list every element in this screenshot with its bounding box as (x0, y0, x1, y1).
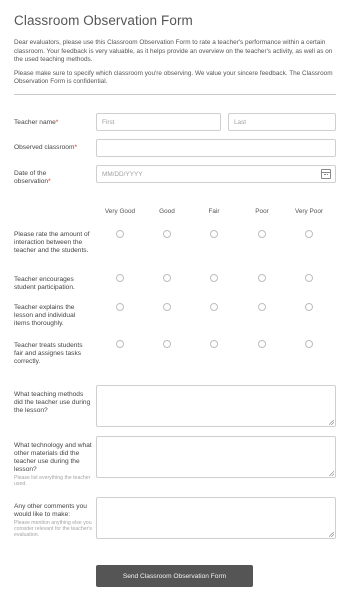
last-name-input[interactable]: Last (228, 113, 336, 131)
radio-very-poor[interactable] (305, 340, 313, 348)
column-very-good: Very Good (104, 208, 136, 215)
radio-very-poor[interactable] (305, 274, 313, 282)
radio-good[interactable] (163, 340, 171, 348)
technology-hint: Please list everything the teacher used. (14, 475, 91, 488)
rating-row-label: Please rate the amount of interaction be… (14, 231, 90, 254)
radio-fair[interactable] (210, 340, 218, 348)
last-name-placeholder: Last (234, 118, 247, 126)
resize-handle-icon[interactable] (329, 532, 334, 537)
date-input[interactable]: MM/DD/YYYY (96, 165, 336, 183)
radio-fair[interactable] (210, 303, 218, 311)
radio-good[interactable] (163, 274, 171, 282)
methods-label: What teaching methods did the teacher us… (14, 391, 91, 414)
first-name-placeholder: First (102, 118, 115, 126)
comments-label-text: Any other comments you would like to mak… (14, 503, 87, 518)
teacher-name-label-text: Teacher name (14, 119, 56, 126)
column-fair: Fair (208, 208, 220, 215)
calendar-icon[interactable] (321, 169, 331, 179)
column-poor: Poor (255, 208, 269, 215)
technology-label-text: What technology and what other materials… (14, 442, 92, 473)
required-asterisk: * (74, 144, 78, 151)
radio-very-poor[interactable] (305, 303, 313, 311)
form-title: Classroom Observation Form (14, 13, 193, 28)
radio-poor[interactable] (258, 274, 266, 282)
required-asterisk: * (55, 119, 59, 126)
column-very-poor: Very Poor (294, 208, 324, 215)
radio-very-poor[interactable] (305, 230, 313, 238)
resize-handle-icon[interactable] (329, 420, 334, 425)
resize-handle-icon[interactable] (329, 471, 334, 476)
radio-fair[interactable] (210, 274, 218, 282)
technology-label: What technology and what other materials… (14, 442, 92, 487)
radio-very-good[interactable] (116, 303, 124, 311)
submit-button[interactable]: Send Classroom Observation Form (96, 565, 253, 587)
date-label: Date of the observation* (14, 170, 74, 186)
intro-paragraph-1: Dear evaluators, please use this Classro… (14, 39, 333, 64)
comments-label: Any other comments you would like to mak… (14, 503, 92, 539)
first-name-input[interactable]: First (96, 113, 221, 131)
comments-textarea[interactable] (96, 497, 336, 539)
radio-poor[interactable] (258, 340, 266, 348)
rating-row-label: Teacher encourages student participation… (14, 276, 75, 291)
form-intro: Dear evaluators, please use this Classro… (14, 39, 336, 92)
radio-good[interactable] (163, 303, 171, 311)
radio-very-good[interactable] (116, 274, 124, 282)
technology-textarea[interactable] (96, 436, 336, 478)
date-placeholder: MM/DD/YYYY (102, 170, 143, 178)
comments-hint: Please mention anything else you conside… (14, 520, 92, 539)
classroom-label: Observed classroom* (14, 144, 92, 152)
rating-row-label: Teacher treats students fair and assigne… (14, 342, 83, 365)
date-label-text: Date of the observation (14, 170, 49, 185)
required-asterisk: * (48, 178, 51, 185)
methods-textarea[interactable] (96, 385, 336, 427)
classroom-input[interactable] (96, 139, 336, 157)
radio-fair[interactable] (210, 230, 218, 238)
radio-poor[interactable] (258, 230, 266, 238)
radio-very-good[interactable] (116, 230, 124, 238)
intro-paragraph-2: Please make sure to specify which classr… (14, 69, 333, 86)
classroom-label-text: Observed classroom (14, 144, 75, 151)
column-good: Good (159, 208, 175, 215)
teacher-name-label: Teacher name* (14, 119, 92, 127)
radio-good[interactable] (163, 230, 171, 238)
rating-row-label: Teacher explains the lesson and individu… (14, 304, 76, 327)
divider (14, 94, 336, 95)
radio-very-good[interactable] (116, 340, 124, 348)
radio-poor[interactable] (258, 303, 266, 311)
